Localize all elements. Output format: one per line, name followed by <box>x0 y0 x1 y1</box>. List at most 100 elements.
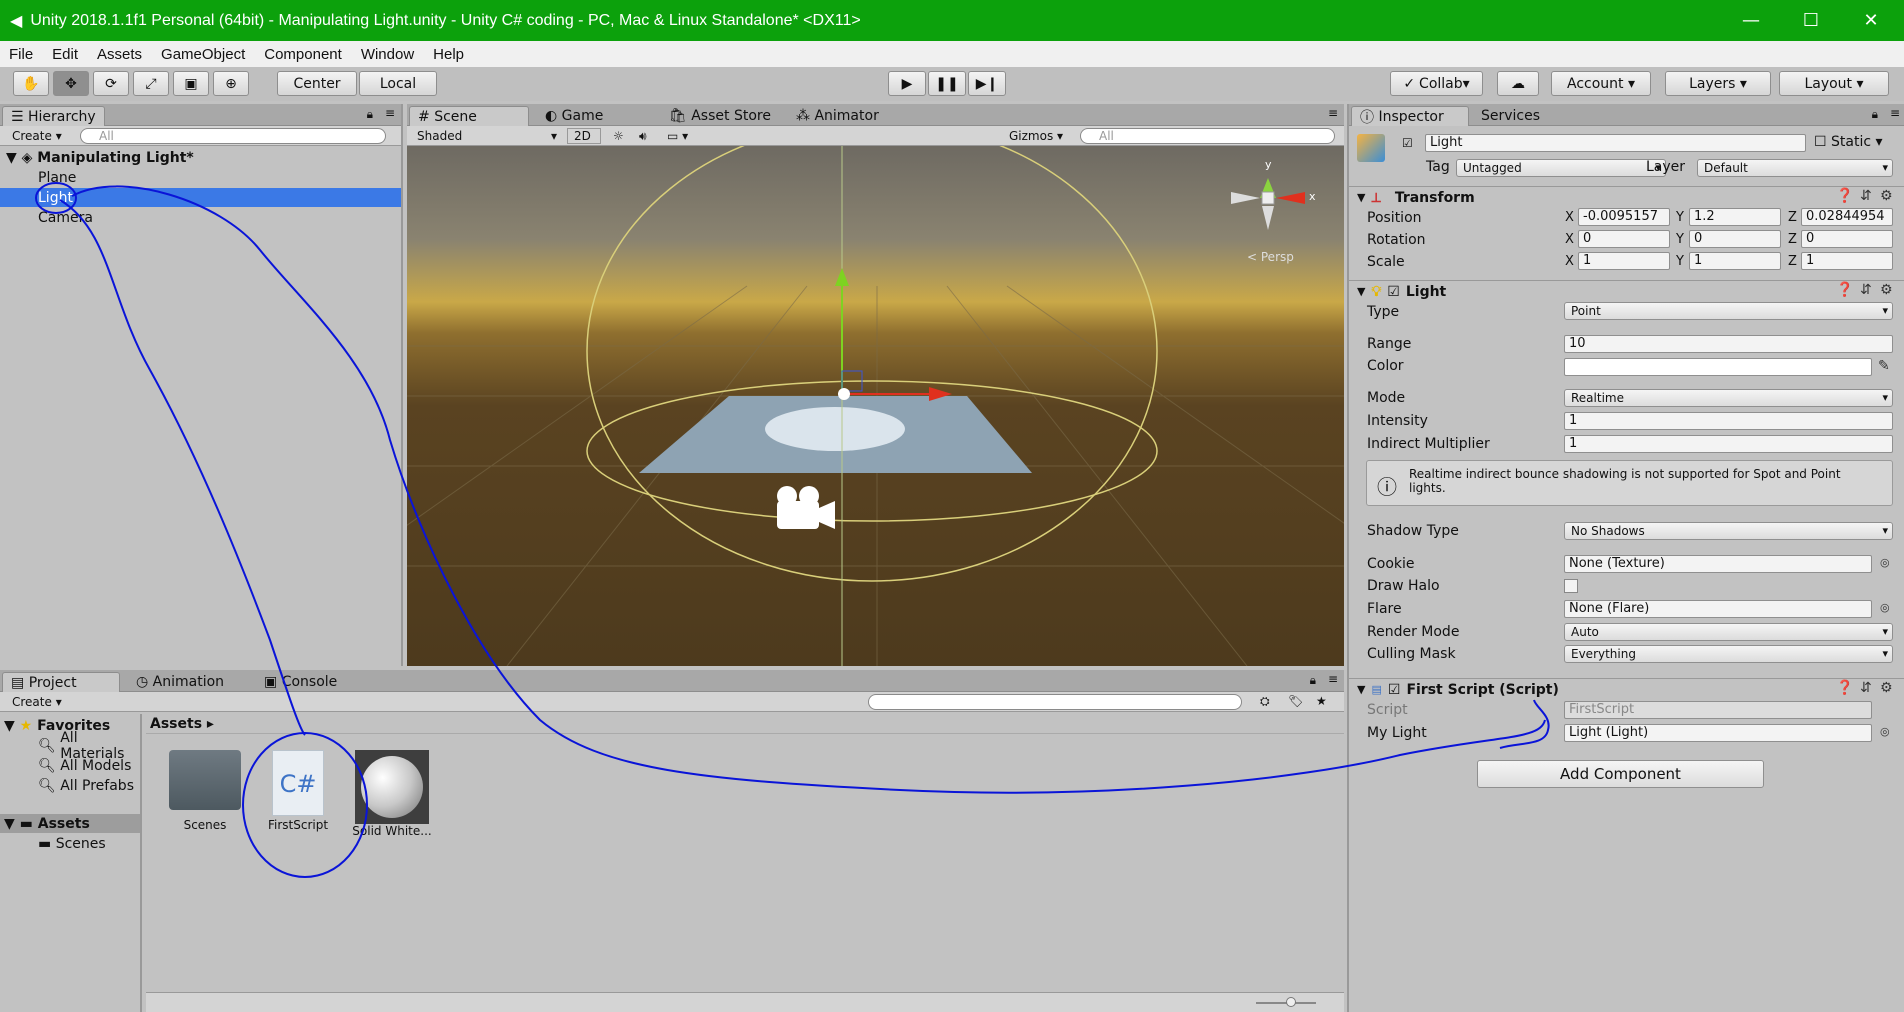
tab-asset-store[interactable]: 🛍︎ Asset Store <box>661 106 779 126</box>
object-picker-icon[interactable]: ◎ <box>1880 556 1890 569</box>
tab-animation[interactable]: ◷ Animation <box>128 672 232 692</box>
draw-halo-checkbox[interactable] <box>1564 579 1578 593</box>
add-component-button[interactable]: Add Component <box>1477 760 1764 788</box>
preset-icon[interactable]: ⇵ <box>1860 680 1872 696</box>
script-header[interactable]: ▼ ▤ ☑ First Script (Script) <box>1349 678 1904 700</box>
lock-icon[interactable]: 🔒︎ <box>1872 107 1878 122</box>
effects-dropdown-icon[interactable]: ▭ ▾ <box>661 128 694 144</box>
favorite-star-icon[interactable]: ★ <box>1316 694 1327 708</box>
shading-dropdown[interactable]: Shaded ▾ <box>411 128 561 144</box>
pause-button[interactable]: ❚❚ <box>928 71 966 96</box>
filter-label-icon[interactable]: 🏷︎ <box>1288 694 1303 708</box>
render-mode-dropdown[interactable]: Auto <box>1564 623 1893 641</box>
rect-tool-icon[interactable]: ▣ <box>173 71 209 96</box>
gear-icon[interactable]: ⚙ <box>1880 680 1893 696</box>
shadow-type-dropdown[interactable]: No Shadows <box>1564 522 1893 540</box>
slider-handle[interactable] <box>1286 997 1296 1007</box>
filter-type-icon[interactable]: ⛭ <box>1260 694 1270 709</box>
gear-icon[interactable]: ⚙ <box>1880 282 1893 298</box>
layers-dropdown[interactable]: Layers ▾ <box>1665 71 1771 96</box>
gear-icon[interactable]: ⚙ <box>1880 188 1893 204</box>
light-type-dropdown[interactable]: Point <box>1564 302 1893 320</box>
cloud-icon[interactable]: ☁ <box>1497 71 1539 96</box>
rotation-x-field[interactable]: 0 <box>1578 230 1670 248</box>
scale-x-field[interactable]: 1 <box>1578 252 1670 270</box>
fav-item-materials[interactable]: 🔍︎ All Materials <box>0 730 142 762</box>
tab-project[interactable]: ▤ Project <box>2 672 120 692</box>
flare-field[interactable]: None (Flare) <box>1564 600 1872 618</box>
mode-dropdown[interactable]: Realtime <box>1564 389 1893 407</box>
intensity-field[interactable]: 1 <box>1564 412 1893 430</box>
asset-solid-white[interactable]: Solid White... <box>352 750 432 838</box>
menu-edit[interactable]: Edit <box>43 46 88 63</box>
indirect-multiplier-field[interactable]: 1 <box>1564 435 1893 453</box>
preset-icon[interactable]: ⇵ <box>1860 188 1872 204</box>
assets-tree-scenes[interactable]: ▬ Scenes <box>0 834 142 853</box>
2d-toggle[interactable]: 2D <box>567 128 601 144</box>
hierarchy-item-plane[interactable]: Plane <box>0 168 401 187</box>
play-button[interactable]: ▶ <box>888 71 926 96</box>
close-button[interactable]: ✕ <box>1842 0 1900 41</box>
eyedropper-icon[interactable]: ✎ <box>1878 358 1890 374</box>
script-enabled-checkbox[interactable]: ☑ <box>1388 682 1401 698</box>
persp-label[interactable]: < Persp <box>1247 250 1294 264</box>
object-picker-icon[interactable]: ◎ <box>1880 725 1890 738</box>
layer-dropdown[interactable]: Default <box>1697 159 1893 177</box>
panel-menu-icon[interactable]: ≡ <box>385 106 395 120</box>
light-enabled-checkbox[interactable]: ☑ <box>1387 284 1400 300</box>
panel-menu-icon[interactable]: ≡ <box>1328 106 1338 120</box>
menu-help[interactable]: Help <box>424 46 474 63</box>
minimize-button[interactable]: — <box>1722 0 1780 41</box>
gizmos-dropdown[interactable]: Gizmos ▾ <box>1003 128 1069 144</box>
scene-root-row[interactable]: ▼ ◈ Manipulating Light* <box>0 148 401 167</box>
rotate-tool-icon[interactable]: ⟳ <box>93 71 129 96</box>
scene-search-input[interactable]: All <box>1080 128 1335 144</box>
color-swatch[interactable] <box>1564 358 1872 376</box>
position-y-field[interactable]: 1.2 <box>1689 208 1781 226</box>
asset-scenes-folder[interactable]: Scenes <box>165 750 245 832</box>
hand-tool-icon[interactable]: ✋ <box>13 71 49 96</box>
tag-dropdown[interactable]: Untagged <box>1456 159 1666 177</box>
scale-tool-icon[interactable]: ⤢ <box>133 71 169 96</box>
position-x-field[interactable]: -0.0095157 <box>1578 208 1670 226</box>
project-create-button[interactable]: Create ▾ <box>6 694 68 710</box>
collab-dropdown[interactable]: ✓ Collab ▾ <box>1390 71 1483 96</box>
fav-item-prefabs[interactable]: 🔍︎ All Prefabs <box>0 776 142 795</box>
tab-inspector[interactable]: ⓘ Inspector <box>1351 106 1469 126</box>
range-field[interactable]: 10 <box>1564 335 1893 353</box>
tab-services[interactable]: Services <box>1473 106 1548 126</box>
breadcrumb-assets[interactable]: Assets <box>150 716 202 732</box>
pivot-center-button[interactable]: Center <box>277 71 357 96</box>
menu-gameobject[interactable]: GameObject <box>152 46 255 63</box>
help-icon[interactable]: ❓ <box>1836 680 1853 696</box>
position-z-field[interactable]: 0.02844954 <box>1801 208 1893 226</box>
audio-toggle-icon[interactable]: 🔊︎ <box>633 128 653 144</box>
culling-mask-dropdown[interactable]: Everything <box>1564 645 1893 663</box>
panel-menu-icon[interactable]: ≡ <box>1890 106 1900 120</box>
fav-item-models[interactable]: 🔍︎ All Models <box>0 756 142 775</box>
active-checkbox[interactable]: ☑ <box>1402 136 1413 150</box>
menu-file[interactable]: File <box>0 46 43 63</box>
scene-orientation-gizmo[interactable]: y x <box>1225 158 1335 244</box>
preset-icon[interactable]: ⇵ <box>1860 282 1872 298</box>
scene-viewport[interactable]: y x < Persp <box>407 146 1344 666</box>
asset-firstscript[interactable]: C# FirstScript <box>258 750 338 832</box>
object-name-field[interactable]: Light <box>1425 134 1806 152</box>
move-tool-icon[interactable]: ✥ <box>53 71 89 96</box>
help-icon[interactable]: ❓ <box>1836 282 1853 298</box>
menu-component[interactable]: Component <box>255 46 352 63</box>
lock-icon[interactable]: 🔒︎ <box>367 107 373 122</box>
my-light-field[interactable]: Light (Light) <box>1564 724 1872 742</box>
rotation-y-field[interactable]: 0 <box>1689 230 1781 248</box>
light-header[interactable]: ▼ 💡︎ ☑ Light <box>1349 280 1904 302</box>
hierarchy-create-button[interactable]: Create ▾ <box>6 128 68 144</box>
assets-tree-row[interactable]: ▼ ▬ Assets <box>0 814 140 833</box>
static-toggle[interactable]: ☐ Static ▾ <box>1814 134 1883 150</box>
rotation-z-field[interactable]: 0 <box>1801 230 1893 248</box>
account-dropdown[interactable]: Account ▾ <box>1551 71 1651 96</box>
object-picker-icon[interactable]: ◎ <box>1880 601 1890 614</box>
project-search-input[interactable] <box>868 694 1242 710</box>
menu-assets[interactable]: Assets <box>88 46 152 63</box>
menu-window[interactable]: Window <box>352 46 424 63</box>
tab-hierarchy[interactable]: ☰ Hierarchy <box>2 106 105 126</box>
